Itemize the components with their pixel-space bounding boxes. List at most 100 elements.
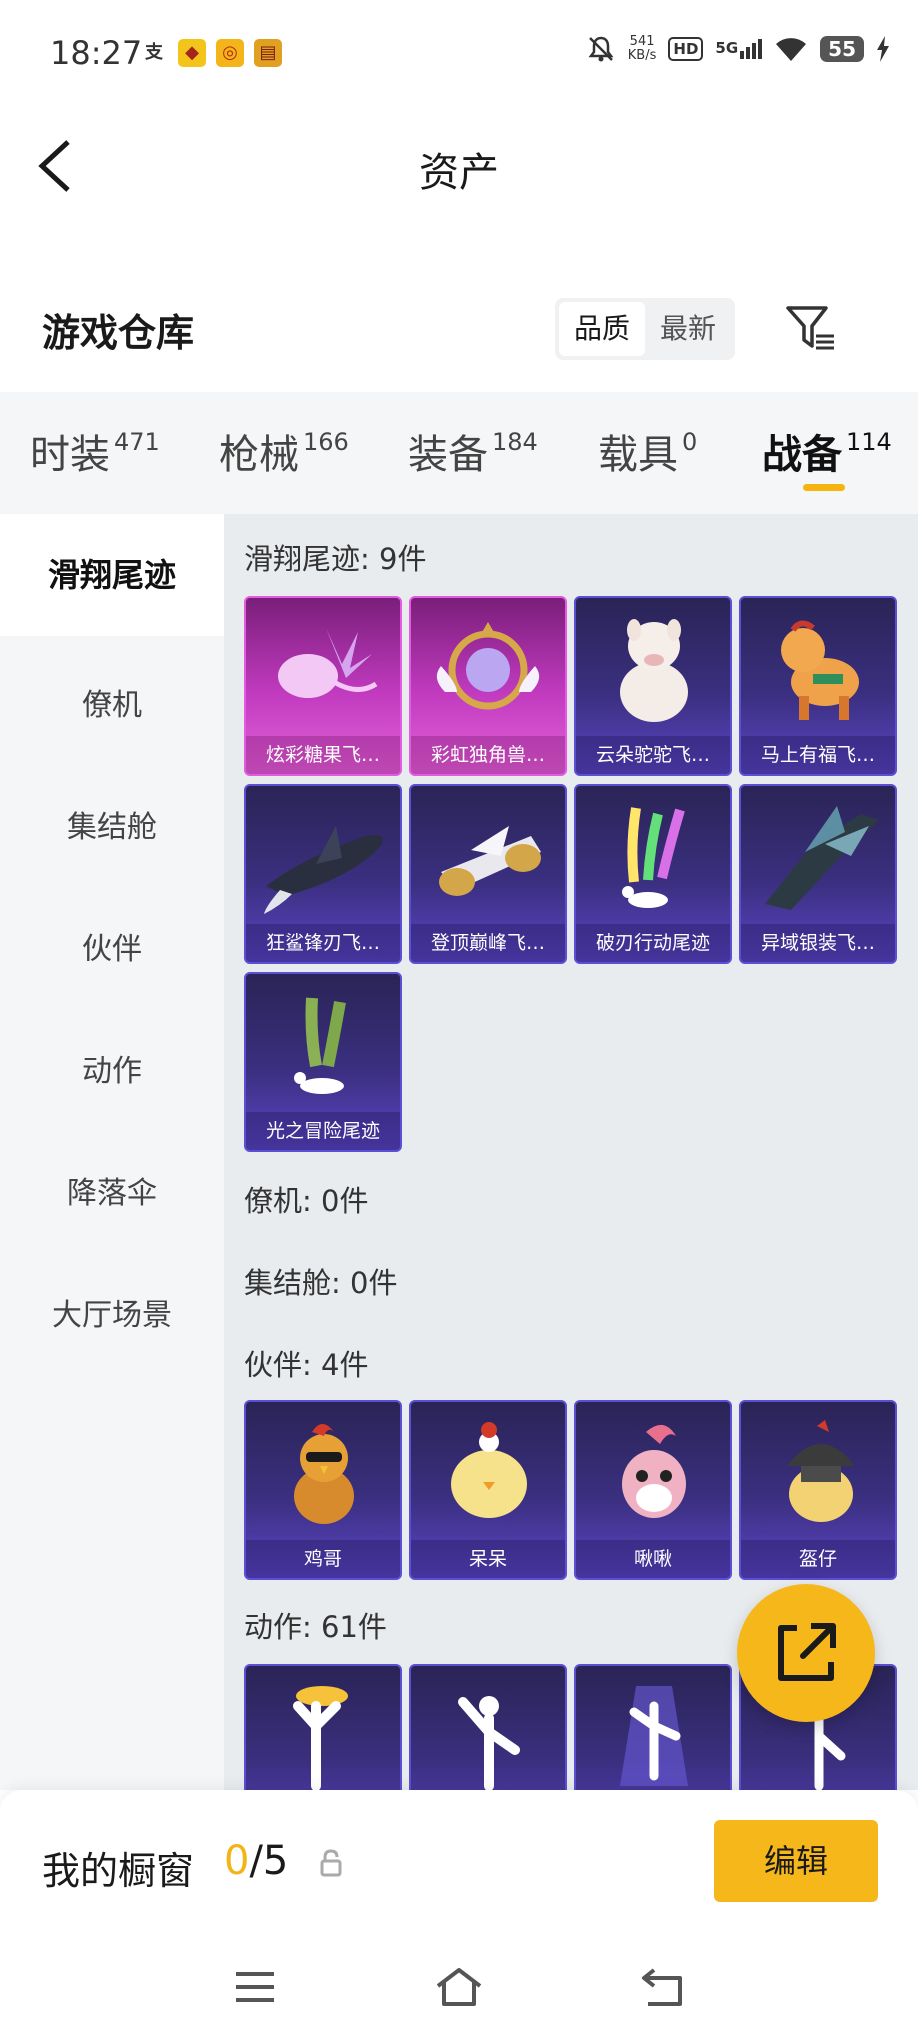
section-header-emote: 动作: 61件 xyxy=(244,1610,387,1644)
alipay-notification-icon: 支 xyxy=(145,42,163,63)
sidebar-item-parachute[interactable]: 降落伞 xyxy=(0,1168,224,1212)
tab-count: 0 xyxy=(682,428,698,456)
section-header-trails: 滑翔尾迹: 9件 xyxy=(244,542,427,576)
sidebar-item-pod[interactable]: 集结舱 xyxy=(0,802,224,846)
tab-count: 114 xyxy=(846,428,892,456)
asset-card[interactable]: 彩虹独角兽… xyxy=(409,596,567,776)
summit-trail-image xyxy=(439,826,541,896)
asset-card[interactable]: 狂鲨锋刃飞… xyxy=(244,784,402,964)
battery-indicator: 55 xyxy=(820,36,864,62)
tab-readiness[interactable]: 战备 114 xyxy=(762,422,892,480)
tab-vehicles[interactable]: 载具 0 xyxy=(598,422,697,480)
mute-icon xyxy=(588,36,614,62)
asset-card[interactable]: 光之冒险尾迹 xyxy=(244,972,402,1152)
asset-card[interactable]: 异域银装飞… xyxy=(739,784,897,964)
sort-quality-option[interactable]: 品质 xyxy=(559,302,645,356)
tab-count: 184 xyxy=(492,428,538,456)
app-notification-icon: ◆ xyxy=(178,39,206,67)
showcase-count: 0/5 xyxy=(224,1838,288,1884)
tab-fashion[interactable]: 时装 471 xyxy=(30,422,160,480)
candy-trail-image xyxy=(278,628,378,698)
edit-button[interactable]: 编辑 xyxy=(714,1820,878,1902)
alpaca-trail-image xyxy=(620,619,688,722)
net-speed-unit: KB/s xyxy=(627,48,657,63)
status-right: 541 KB/s HD 5G 55 xyxy=(586,34,890,64)
sort-toggle: 品质 最新 xyxy=(555,298,735,360)
light-adventure-trail-image xyxy=(294,997,346,1094)
asset-name: 鸡哥 xyxy=(246,1540,400,1578)
page-title: 资产 xyxy=(419,150,499,196)
asset-card[interactable]: 啾啾 xyxy=(574,1400,732,1580)
tab-label: 枪械 xyxy=(219,432,299,478)
return-icon[interactable] xyxy=(638,1962,688,2012)
showcase-bar: 我的橱窗 0/5 编辑 xyxy=(0,1790,918,1940)
notification-icons: 支 ◆ ◎ ▤ xyxy=(140,38,282,68)
emote-image xyxy=(620,1686,688,1786)
asset-name: 登顶巅峰飞… xyxy=(411,924,565,962)
tab-label: 时装 xyxy=(30,432,110,478)
filter-icon[interactable] xyxy=(782,300,838,356)
asset-card[interactable]: 登顶巅峰飞… xyxy=(409,784,567,964)
app-notification-icon: ◎ xyxy=(216,39,244,67)
helmet-chick-partner-image xyxy=(787,1420,855,1522)
asset-name: 彩虹独角兽… xyxy=(411,736,565,774)
showcase-label: 我的橱窗 xyxy=(42,1849,195,1893)
wifi-icon xyxy=(776,38,807,61)
nav-header: 资产 xyxy=(0,106,918,226)
lock-icon xyxy=(320,1849,342,1877)
share-button[interactable] xyxy=(737,1584,875,1722)
hd-badge: HD xyxy=(668,37,704,61)
showcase-current: 0 xyxy=(224,1838,250,1884)
app-notification-icon: ▤ xyxy=(254,39,282,67)
status-time: 18:27 xyxy=(50,34,143,72)
tab-guns[interactable]: 枪械 166 xyxy=(219,422,349,480)
tab-count: 166 xyxy=(303,428,349,456)
tab-label: 载具 xyxy=(598,432,678,478)
asset-card[interactable]: 鸡哥 xyxy=(244,1400,402,1580)
asset-name: 异域银装飞… xyxy=(741,924,895,962)
menu-icon[interactable] xyxy=(230,1962,280,2012)
category-tabs: 时装 471 枪械 166 装备 184 载具 0 战备 114 xyxy=(0,392,918,514)
asset-name: 炫彩糖果飞… xyxy=(246,736,400,774)
net-speed: 541 KB/s xyxy=(628,35,657,63)
section-header-partner: 伙伴: 4件 xyxy=(244,1348,369,1382)
tab-equipment[interactable]: 装备 184 xyxy=(408,422,538,480)
showcase-total: /5 xyxy=(249,1838,289,1884)
asset-card[interactable]: 破刃行动尾迹 xyxy=(574,784,732,964)
asset-name: 盔仔 xyxy=(741,1540,895,1578)
asset-card[interactable]: 马上有福飞… xyxy=(739,596,897,776)
sidebar: 滑翔尾迹 僚机 集结舱 伙伴 动作 降落伞 大厅场景 xyxy=(0,514,224,1790)
sidebar-item-emote[interactable]: 动作 xyxy=(0,1046,224,1090)
share-icon xyxy=(778,1623,836,1681)
unicorn-trail-image xyxy=(436,622,540,710)
section-header-wingman: 僚机: 0件 xyxy=(244,1184,369,1218)
exotic-trail-image xyxy=(765,806,879,910)
blade-op-trail-image xyxy=(622,807,685,908)
pony-trail-image xyxy=(781,620,859,720)
asset-card[interactable] xyxy=(574,1664,732,1790)
asset-card[interactable]: 呆呆 xyxy=(409,1400,567,1580)
rooster-partner-image xyxy=(294,1424,354,1524)
home-icon[interactable] xyxy=(434,1962,484,2012)
asset-name: 狂鲨锋刃飞… xyxy=(246,924,400,962)
asset-card[interactable]: 云朵驼驼飞… xyxy=(574,596,732,776)
sort-newest-option[interactable]: 最新 xyxy=(645,302,731,356)
system-nav-bar xyxy=(0,1940,918,2040)
sidebar-item-lobby-scene[interactable]: 大厅场景 xyxy=(0,1290,224,1334)
asset-card[interactable]: 炫彩糖果飞… xyxy=(244,596,402,776)
asset-card[interactable] xyxy=(244,1664,402,1790)
asset-name: 啾啾 xyxy=(576,1540,730,1578)
network-icon: 5G xyxy=(715,39,763,59)
active-tab-indicator xyxy=(803,484,845,491)
sidebar-item-trails[interactable]: 滑翔尾迹 xyxy=(0,514,224,636)
asset-card[interactable] xyxy=(409,1664,567,1790)
shark-trail-image xyxy=(264,826,383,914)
tab-label: 战备 xyxy=(762,432,842,478)
asset-name: 云朵驼驼飞… xyxy=(576,736,730,774)
emote-image xyxy=(458,1696,520,1790)
asset-card[interactable]: 盔仔 xyxy=(739,1400,897,1580)
sidebar-item-partner[interactable]: 伙伴 xyxy=(0,924,224,968)
pink-bird-partner-image xyxy=(622,1424,686,1518)
sidebar-item-wingman[interactable]: 僚机 xyxy=(0,680,224,724)
emote-image xyxy=(293,1686,348,1790)
